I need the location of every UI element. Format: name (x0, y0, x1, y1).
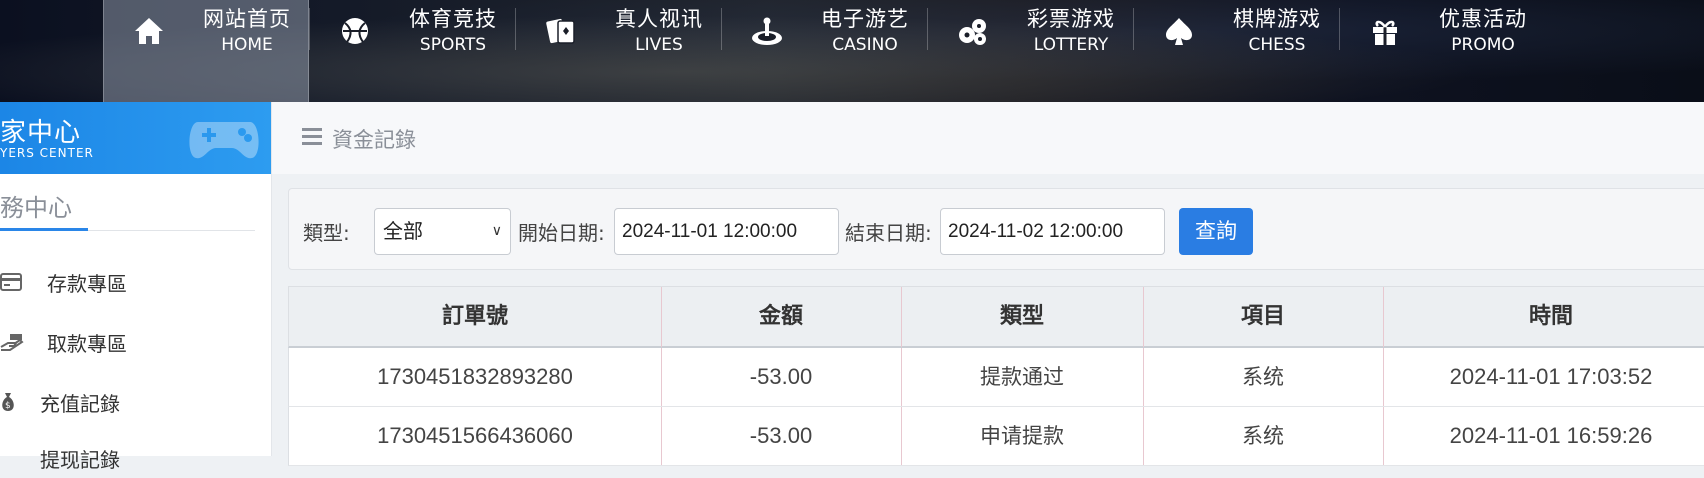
nav-label-en: CASINO (832, 35, 898, 55)
sidebar-item-label: 存款專區 (47, 271, 127, 296)
money-bag-icon: $ (0, 390, 28, 414)
svg-text:$: $ (5, 401, 11, 411)
divider (661, 287, 662, 347)
sidebar-item-label: 取款專區 (47, 331, 127, 356)
cell-type: 提款通过 (980, 365, 1064, 389)
section-underline (0, 228, 88, 231)
sidebar-item-withdraw[interactable]: 取款專區 (0, 322, 127, 362)
nav-label-en: PROMO (1451, 35, 1515, 55)
start-date-label: 開始日期: (518, 221, 605, 245)
cell-item: 系统 (1242, 365, 1284, 389)
basketball-icon (342, 18, 368, 44)
cash-hand-icon (0, 330, 28, 354)
spade-icon (1166, 18, 1192, 45)
cell-time: 2024-11-01 16:59:26 (1449, 423, 1653, 448)
nav-label-zh: 体育竞技 (409, 7, 497, 31)
cell-amount: -53.00 (749, 423, 813, 448)
divider (1383, 287, 1384, 347)
divider (1143, 407, 1144, 465)
chevron-down-icon: ∨ (491, 223, 502, 239)
divider (1383, 407, 1384, 465)
end-date-input[interactable]: 2024-11-02 12:00:00 (940, 208, 1165, 255)
divider (901, 287, 902, 347)
column-header-item: 項目 (1240, 304, 1285, 329)
sidebar-item-deposit[interactable]: 存款專區 (0, 262, 127, 302)
nav-item-home[interactable]: 网站首页 HOME (103, 0, 309, 102)
nav-label-en: SPORTS (419, 35, 487, 55)
nav-label-zh: 棋牌游戏 (1233, 7, 1321, 31)
service-center-section: 務中心 (0, 174, 271, 236)
divider (661, 348, 662, 406)
nav-label-zh: 电子游艺 (821, 7, 909, 31)
column-header-order-no: 訂單號 (441, 304, 508, 329)
column-header-time: 時間 (1528, 304, 1573, 329)
end-date-label: 結束日期: (845, 221, 932, 245)
record-icon (0, 446, 28, 470)
top-navigation: 网站首页 HOME 体育竞技 SPORTS 真人视讯 LIVES 电子游艺 CA… (0, 0, 1704, 102)
column-header-type: 類型 (999, 304, 1044, 329)
lottery-balls-icon (959, 19, 986, 45)
cell-type: 申请提款 (980, 424, 1064, 448)
nav-label-en: LOTTERY (1033, 35, 1109, 55)
divider (1143, 287, 1144, 347)
type-label: 類型: (303, 221, 350, 245)
sidebar-item-label: 提现記錄 (40, 447, 120, 472)
nav-label-en: LIVES (635, 35, 683, 55)
table-header: 訂單號 金額 類型 項目 時間 (288, 286, 1704, 348)
nav-label-en: CHESS (1248, 35, 1306, 55)
sidebar-item-recharge-record[interactable]: $ 充值記錄 (0, 382, 120, 422)
roulette-icon (752, 17, 782, 45)
divider (661, 407, 662, 465)
nav-item-lottery[interactable]: 彩票游戏 LOTTERY (928, 0, 1134, 102)
sidebar: 家中心 YERS CENTER 務中心 存款專區 取款專區 $ 充值記錄 提现記… (0, 102, 272, 472)
breadcrumb: 資金記錄 (272, 102, 1704, 174)
cards-icon (546, 18, 575, 44)
cell-item: 系统 (1242, 424, 1284, 448)
nav-item-promo[interactable]: 优惠活动 PROMO (1340, 0, 1546, 102)
cell-amount: -53.00 (749, 364, 813, 389)
filter-bar: 類型: 全部 ∨ 開始日期: 2024-11-01 12:00:00 結束日期:… (288, 188, 1704, 270)
cell-order-no: 1730451832893280 (377, 364, 573, 389)
fund-records-table: 訂單號 金額 類型 項目 時間 1730451832893280 -53.00 … (288, 286, 1704, 466)
start-date-input[interactable]: 2024-11-01 12:00:00 (614, 208, 839, 255)
menu-icon[interactable] (302, 124, 322, 148)
service-center-title: 務中心 (0, 194, 72, 222)
query-button[interactable]: 查詢 (1179, 208, 1253, 255)
nav-label-zh: 真人视讯 (615, 7, 703, 31)
cell-order-no: 1730451566436060 (377, 423, 573, 448)
gamepad-icon (189, 122, 259, 159)
nav-label-en: HOME (221, 35, 273, 55)
page-title: 資金記錄 (332, 128, 416, 152)
sidebar-item-label: 充值記錄 (40, 391, 120, 416)
divider (1383, 348, 1384, 406)
type-select[interactable]: 全部 ∨ (374, 208, 511, 255)
nav-item-casino[interactable]: 电子游艺 CASINO (722, 0, 928, 102)
member-center-subtitle: YERS CENTER (0, 146, 94, 160)
table-row[interactable]: 1730451566436060 -53.00 申请提款 系统 2024-11-… (288, 407, 1704, 466)
column-header-amount: 金額 (758, 304, 803, 329)
cell-time: 2024-11-01 17:03:52 (1449, 364, 1653, 389)
nav-label-zh: 彩票游戏 (1027, 7, 1115, 31)
member-center-title: 家中心 (0, 118, 82, 148)
divider (1143, 348, 1144, 406)
home-icon (135, 18, 163, 44)
sidebar-item-withdraw-record[interactable]: 提现記錄 (0, 438, 120, 478)
card-icon (0, 270, 28, 294)
nav-item-chess[interactable]: 棋牌游戏 CHESS (1134, 0, 1340, 102)
nav-item-sports[interactable]: 体育竞技 SPORTS (310, 0, 516, 102)
nav-label-zh: 优惠活动 (1439, 7, 1527, 31)
member-center-header: 家中心 YERS CENTER (0, 102, 271, 174)
gift-icon (1373, 20, 1397, 45)
type-select-value: 全部 (383, 219, 423, 243)
nav-label-zh: 网站首页 (203, 7, 291, 31)
nav-item-lives[interactable]: 真人视讯 LIVES (516, 0, 722, 102)
divider (901, 407, 902, 465)
table-row[interactable]: 1730451832893280 -53.00 提款通过 系统 2024-11-… (288, 348, 1704, 407)
divider (901, 348, 902, 406)
